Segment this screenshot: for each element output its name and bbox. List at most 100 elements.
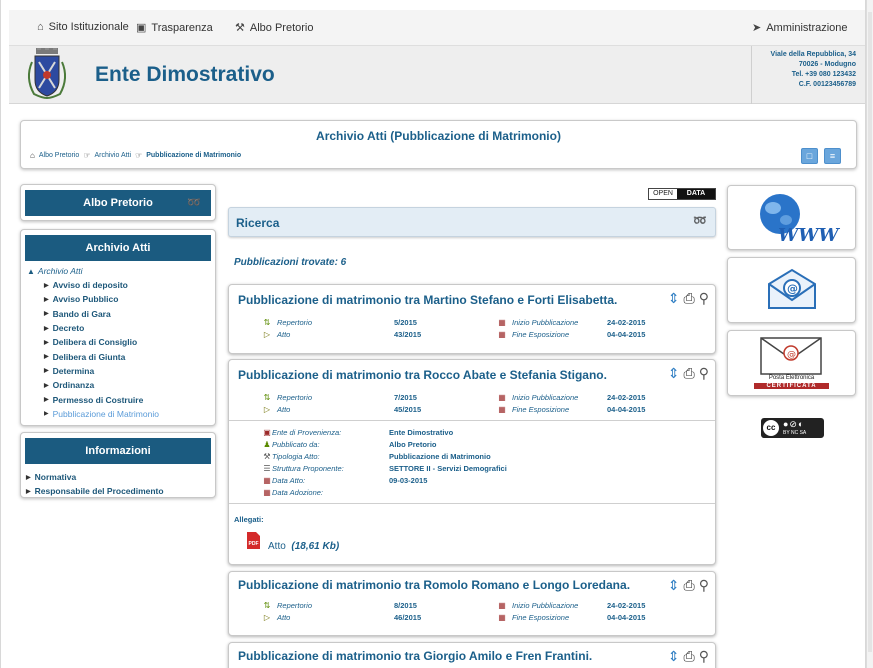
list-icon: ☰ [263,464,271,473]
attachment-size: (18,61 Kb) [291,541,340,552]
print-icon[interactable]: ⎙ [684,576,695,594]
search-icon[interactable]: ⚲ [699,289,709,307]
info-item-responsabile-procedimento[interactable]: ▶ Responsabile del Procedimento [21,484,215,498]
pin-icon: ➿ [187,197,201,209]
expand-toggle-icon[interactable]: ⇕ [668,289,680,307]
meta-value: 5/2015 [394,318,417,327]
sidebar-item-delibera-di-giunta[interactable]: ▶ Delibera di Giunta [27,349,215,363]
print-icon[interactable]: ⎙ [684,364,695,382]
scrollbar-thumb[interactable] [868,12,872,652]
result-title-link[interactable]: Pubblicazione di matrimonio tra Rocco Ab… [238,368,607,382]
open-data-badge[interactable]: OPEN DATA [648,188,716,200]
meta-value: 43/2015 [394,330,422,339]
archivio-atti-label: Archivio Atti [85,242,151,254]
divider [229,503,715,504]
detail-label: Struttura Proponente: [272,464,344,473]
meta-value: 24-02-2015 [607,393,646,402]
result-title-link[interactable]: Pubblicazione di matrimonio tra Martino … [238,293,617,307]
expand-toggle-icon[interactable]: ⇕ [668,576,680,594]
creative-commons-badge[interactable]: cc ●⊘◐ BY NC SA [761,418,824,438]
link-trasparenza[interactable]: ▣ Trasparenza [136,21,213,35]
meta-label: Repertorio [277,318,313,327]
print-icon[interactable]: ⎙ [684,647,695,665]
sort-icon: ⇅ [263,601,271,610]
sidebar-item-ordinanza[interactable]: ▶ Ordinanza [27,378,215,392]
caret-right-icon: ▶ [44,282,49,289]
search-icon[interactable]: ⚲ [699,576,709,594]
email-icon: @ [768,268,816,309]
scrollbar[interactable] [866,0,873,668]
caret-right-icon: ▶ [44,411,49,418]
sidebar-item-pubblicazione-di-matrimonio[interactable]: ▶ Pubblicazione di Matrimonio [27,407,215,421]
albo-pretorio-button[interactable]: Albo Pretorio ➿ [25,190,211,216]
card-actions: ⇕ ⎙ ⚲ [668,576,709,594]
search-icon[interactable]: ⚲ [699,647,709,665]
expand-toggle-icon[interactable]: ⇕ [668,647,680,665]
pec-banner[interactable]: @ Posta Elettronica CERTIFICATA [727,330,856,396]
expand-toggle-icon[interactable]: ⇕ [668,364,680,382]
detail-data-atto: ▦ Data Atto: 09-03-2015 [262,476,427,485]
meta-label: Inizio Pubblicazione [512,601,579,610]
calendar-icon: ▦ [263,488,271,497]
link-albo-pretorio[interactable]: ⚒ Albo Pretorio [235,21,313,35]
link-amministrazione[interactable]: ➤ Amministrazione [752,21,848,35]
search-icon[interactable]: ⚲ [699,364,709,382]
info-item-normativa[interactable]: ▶ Normativa [21,470,215,484]
results-count: Pubblicazioni trovate: 6 [234,257,347,268]
meta-value: 45/2015 [394,405,422,414]
sidebar-item-permesso-di-costruire[interactable]: ▶ Permesso di Costruire [27,392,215,406]
info-item-label: Normativa [34,472,77,482]
print-icon[interactable]: ⎙ [684,289,695,307]
sidebar-item-avviso-di-deposito[interactable]: ▶ Avviso di deposito [27,278,215,292]
pdf-icon[interactable]: PDF [247,532,260,549]
breadcrumb-albo-pretorio[interactable]: Albo Pretorio [39,152,79,159]
meta-value: 7/2015 [394,393,417,402]
sidebar-item-determina[interactable]: ▶ Determina [27,364,215,378]
ricerca-label: Ricerca [236,216,280,230]
calendar-icon: ▦ [498,601,506,610]
site-title[interactable]: Ente Dimostrativo [95,63,275,87]
detail-struttura: ☰ Struttura Proponente: SETTORE II - Servi… [262,464,506,473]
breadcrumb-archivio-atti[interactable]: Archivio Atti [94,152,131,159]
detail-label: Data Adozione: [272,488,324,497]
menu-icon: ≡ [829,151,836,161]
meta-fine: ▦ Fine Esposizione 04-04-2015 [497,613,645,622]
informazioni-header: Informazioni [25,438,211,464]
svg-text:WWW: WWW [778,225,840,246]
meta-value: 24-02-2015 [607,318,646,327]
email-banner[interactable]: @ [727,257,856,323]
link-sito-istituzionale[interactable]: ⌂ Sito Istituzionale [37,21,129,33]
sidebar-item-bando-di-gara[interactable]: ▶ Bando di Gara [27,307,215,321]
meta-fine: ▦ Fine Esposizione 04-04-2015 [497,330,645,339]
page: ⌂ Sito Istituzionale ▣ Trasparenza ⚒ Alb… [0,0,866,668]
sidebar-item-decreto[interactable]: ▶ Decreto [27,321,215,335]
bank-icon: ▣ [263,428,271,437]
address-line: 70026 - Modugno [798,61,856,68]
sidebar-item-delibera-di-consiglio[interactable]: ▶ Delibera di Consiglio [27,335,215,349]
meta-label: Atto [277,405,291,414]
caret-right-icon: ▶ [44,339,49,346]
ricerca-panel[interactable]: Ricerca ➿ [228,207,716,237]
www-banner[interactable]: WWW [727,185,856,250]
result-title-link[interactable]: Pubblicazione di matrimonio tra Romolo R… [238,578,630,592]
meta-value: 04-04-2015 [607,405,646,414]
document-button[interactable]: □ [801,148,818,164]
attachment-link[interactable]: Atto (18,61 Kb) [268,541,339,552]
detail-value: Ente Dimostrativo [389,428,454,437]
meta-value: 24-02-2015 [607,601,646,610]
folder-open-icon: ▲ [27,266,35,276]
sidebar-item-avviso-pubblico[interactable]: ▶ Avviso Pubblico [27,292,215,306]
result-title-link[interactable]: Pubblicazione di matrimonio tra Giorgio … [238,649,592,663]
tree-root-archivio-atti[interactable]: ▲ Archivio Atti [27,266,215,276]
attachment-name: Atto [268,541,286,552]
informazioni-label: Informazioni [85,445,151,457]
page-title-box: Archivio Atti (Pubblicazione di Matrimon… [20,120,857,169]
menu-button[interactable]: ≡ [824,148,841,164]
meta-label: Fine Esposizione [512,330,570,339]
phone-line: Tel. +39 080 123432 [791,71,856,78]
sort-icon: ⇅ [263,318,271,327]
sidebar-item-label: Avviso Pubblico [52,294,119,305]
meta-atto: ▷ Atto 43/2015 [262,330,421,339]
crest-logo[interactable] [22,48,72,100]
top-bar: ⌂ Sito Istituzionale ▣ Trasparenza ⚒ Alb… [9,10,865,46]
